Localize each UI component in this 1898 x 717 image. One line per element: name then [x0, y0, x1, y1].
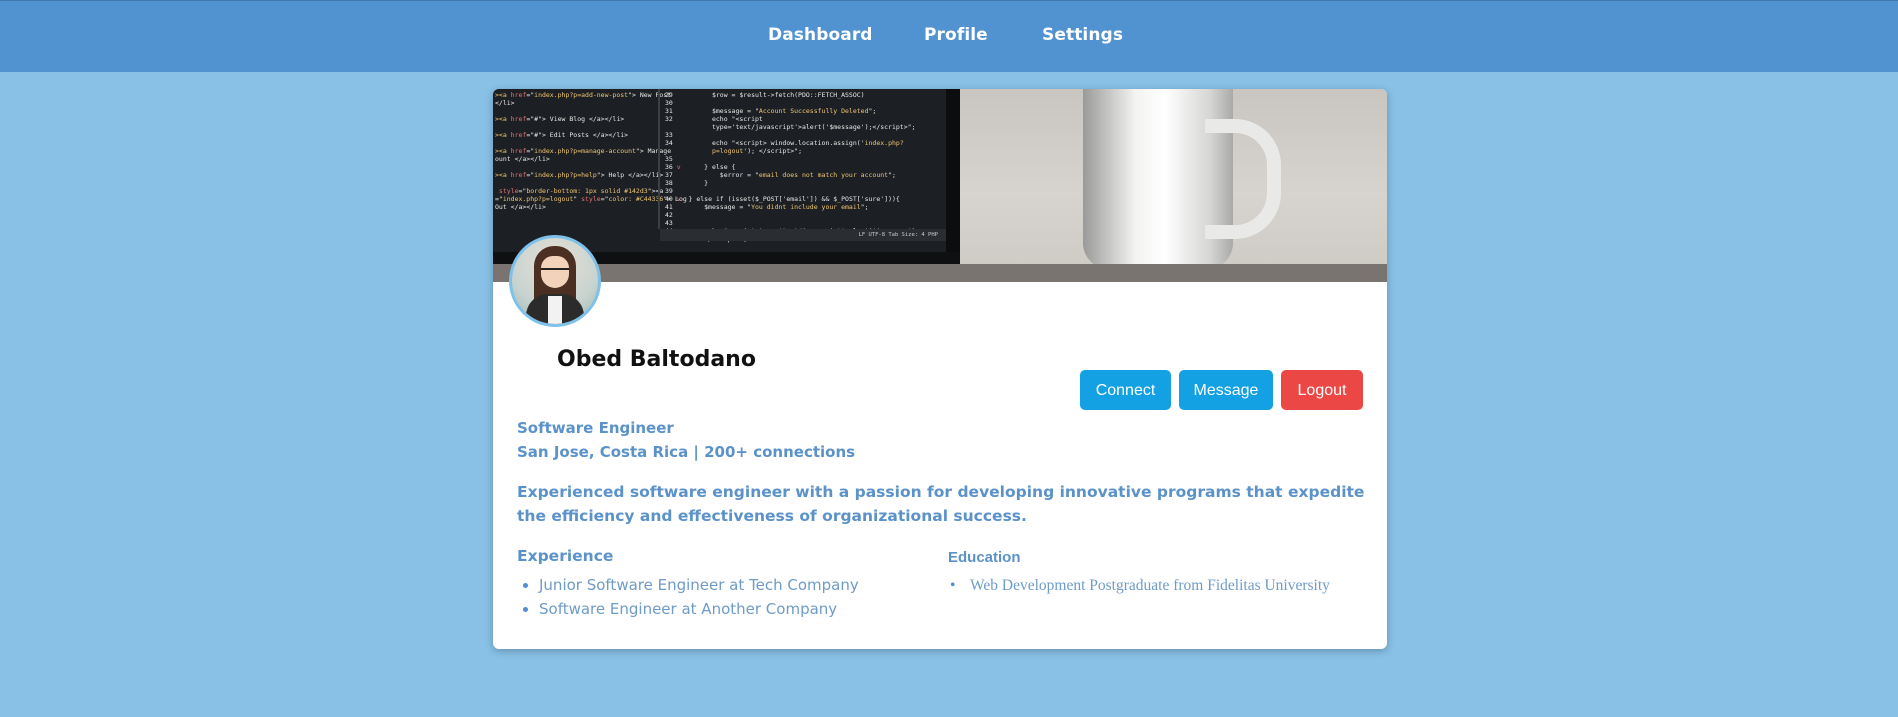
profile-location: San Jose, Costa Rica | 200+ connections — [517, 443, 856, 461]
experience-item: Junior Software Engineer at Tech Company — [539, 573, 859, 597]
connect-button[interactable]: Connect — [1080, 370, 1171, 410]
profile-job-title: Software Engineer — [517, 419, 674, 437]
profile-card: ><a href="index.php?p=add-new-post"> New… — [493, 89, 1387, 649]
banner-image: ><a href="index.php?p=add-new-post"> New… — [493, 89, 1387, 282]
code-snippet-right: 29 $row = $result->fetch(PDO::FETCH_ASSO… — [665, 91, 919, 243]
top-navbar: Dashboard Profile Settings — [0, 0, 1898, 72]
avatar-shirt — [548, 296, 562, 324]
mug-handle-image — [1205, 119, 1281, 239]
laptop-bezel-image — [946, 89, 960, 264]
experience-item: Software Engineer at Another Company — [539, 597, 859, 621]
avatar — [509, 235, 601, 327]
education-item: Web Development Postgraduate from Fideli… — [970, 577, 1330, 594]
bullet-icon: • — [950, 577, 956, 594]
profile-summary: Experienced software engineer with a pas… — [517, 483, 1365, 525]
logout-button[interactable]: Logout — [1281, 370, 1363, 410]
editor-status-bar: LF UTF-8 Tab Size: 4 PHP — [660, 229, 946, 241]
avatar-glasses — [541, 268, 569, 278]
education-list: • Web Development Postgraduate from Fidel… — [948, 574, 1348, 598]
editor-divider — [658, 89, 660, 229]
nav-profile[interactable]: Profile — [924, 25, 988, 45]
nav-settings[interactable]: Settings — [1042, 25, 1123, 45]
experience-list: Junior Software Engineer at Tech Company… — [517, 573, 859, 621]
profile-name: Obed Baltodano — [557, 347, 756, 372]
message-button[interactable]: Message — [1179, 370, 1273, 410]
education-heading: Education — [948, 549, 1021, 566]
laptop-screen-image: ><a href="index.php?p=add-new-post"> New… — [493, 89, 946, 252]
desk-surface-image — [493, 264, 1387, 282]
experience-heading: Experience — [517, 547, 614, 565]
nav-dashboard[interactable]: Dashboard — [768, 25, 873, 45]
